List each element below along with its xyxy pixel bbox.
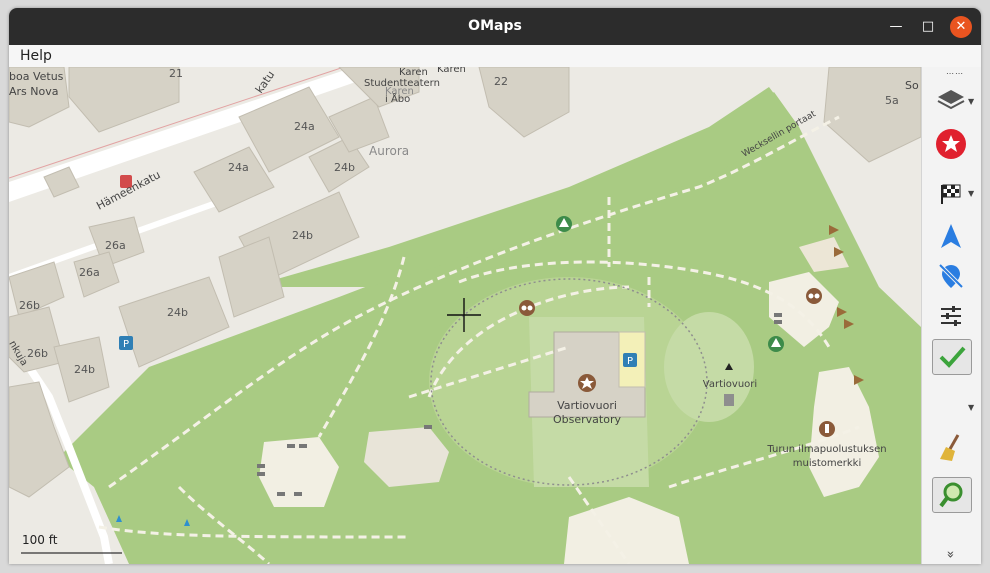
settings-button[interactable] <box>932 299 970 333</box>
title-bar: OMaps — □ ✕ <box>9 8 981 45</box>
label-karen-1: Karen <box>399 67 428 78</box>
parking-icon-2[interactable]: P <box>119 336 133 350</box>
route-button[interactable]: ▼ <box>932 177 974 211</box>
magnifier-icon <box>939 482 963 508</box>
house-number-26b-3: 26b <box>27 347 48 360</box>
house-number-24a-1: 24a <box>294 120 315 133</box>
parking-icon-1[interactable]: P <box>623 353 637 367</box>
label-karen-3: Karen <box>437 67 466 75</box>
menu-bar: Help <box>9 45 981 68</box>
label-so-partial: So <box>905 79 919 92</box>
right-toolbar: ⋯⋯ ▼ ▼ ▼ » <box>921 67 981 564</box>
house-number-24b-2: 24b <box>292 229 313 242</box>
map-canvas[interactable]: P P 21 22 24a 24a 24b 24b 24b 24b 26a 26… <box>9 67 921 564</box>
poi-park-icon-1[interactable] <box>556 216 572 232</box>
house-number-24b-1: 24b <box>334 161 355 174</box>
house-number-26b-2: 26b <box>19 299 40 312</box>
maximize-button[interactable]: □ <box>917 16 939 38</box>
house-number-24a-2: 24a <box>228 161 249 174</box>
layers-button[interactable]: ▼ <box>932 83 974 117</box>
sliders-icon <box>941 306 961 326</box>
dropdown-arrow[interactable]: ▼ <box>968 403 974 412</box>
location-off-icon <box>938 263 964 289</box>
poi-memorial-icon[interactable] <box>819 421 835 437</box>
checkered-flag-icon <box>941 184 961 204</box>
label-ars-nova: Ars Nova <box>9 85 58 98</box>
house-number-5a: 5a <box>885 94 899 107</box>
more-tools-button[interactable]: » <box>942 551 957 559</box>
menu-help[interactable]: Help <box>20 48 52 64</box>
poi-park-icon-2[interactable] <box>768 336 784 352</box>
house-number-26a-1: 26a <box>105 239 126 252</box>
label-memorial-2: muistomerkki <box>793 458 861 469</box>
broom-icon <box>940 434 960 461</box>
search-button[interactable] <box>932 477 972 513</box>
map-view[interactable]: P P 21 22 24a 24a 24b 24b 24b 24b 26a 26… <box>9 67 921 564</box>
app-window: OMaps — □ ✕ Help P P 21 22 24a 24a 24b 2… <box>9 8 981 564</box>
checkmark-icon <box>939 346 966 368</box>
check-toggle-button[interactable] <box>932 339 972 375</box>
label-vartiovuori: Vartiovuori <box>703 379 757 390</box>
minimize-button[interactable]: — <box>885 16 907 38</box>
label-observatory-1: Vartiovuori <box>557 399 617 412</box>
scale-label: 100 ft <box>22 533 58 547</box>
label-boa-vetus: boa Vetus <box>9 70 64 83</box>
house-number-22: 22 <box>494 75 508 88</box>
svg-text:P: P <box>123 339 129 350</box>
label-observatory-2: Observatory <box>553 413 621 426</box>
house-number-26a-2: 26a <box>79 266 100 279</box>
house-number-24b-3: 24b <box>167 306 188 319</box>
my-position-button[interactable] <box>932 219 970 253</box>
svg-text:P: P <box>627 356 633 367</box>
house-number-21: 21 <box>169 67 183 80</box>
clear-button[interactable] <box>932 431 970 465</box>
close-button[interactable]: ✕ <box>950 16 972 38</box>
bookmarks-button[interactable] <box>932 127 970 161</box>
label-aurora: Aurora <box>369 144 409 158</box>
poi-viewpoint-icon-1[interactable] <box>519 300 535 316</box>
toolbar-grip[interactable]: ⋯⋯ <box>946 69 964 78</box>
layers-icon <box>937 90 965 110</box>
navigation-arrow-icon <box>941 224 961 248</box>
label-memorial-1: Turun ilmapuolustuksen <box>766 444 886 455</box>
toilet-icon <box>724 394 734 406</box>
label-i-abo: i Åbo <box>385 92 410 105</box>
star-icon <box>936 129 966 159</box>
location-off-button[interactable] <box>932 259 970 293</box>
poi-observatory-star-icon[interactable] <box>578 374 596 392</box>
window-title: OMaps <box>468 18 522 34</box>
poi-viewpoint-icon-2[interactable] <box>806 288 822 304</box>
